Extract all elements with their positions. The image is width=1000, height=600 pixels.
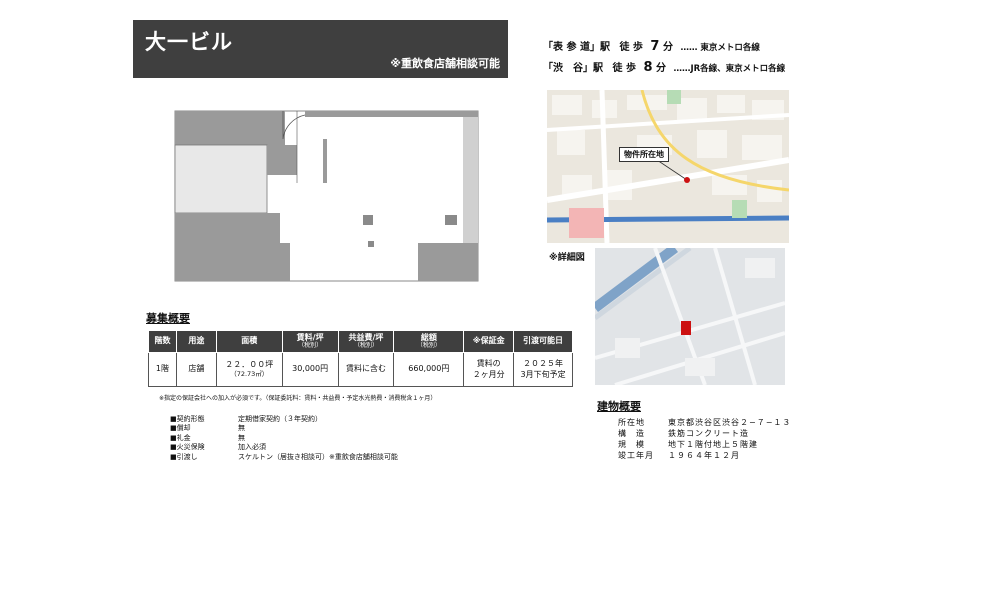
header-rent: 賃料/坪 （税別）: [281, 330, 339, 353]
table-row: 1階 店舗 ２２．００坪 （72.73㎡） 30,000円 賃料に含む 660,0…: [148, 352, 573, 387]
building-overview: 所在地 東京都渋谷区渋谷２−７−１３ 構 造鉄筋コンクリート造 規 模地下１階付地…: [618, 417, 791, 461]
header-floor: 階数: [148, 330, 177, 353]
map-marker-label: 物件所在地: [619, 147, 669, 162]
cell-floor: 1階: [148, 352, 177, 387]
header-common: 共益費/坪 （税別）: [337, 330, 395, 353]
walk-label: 徒 歩: [619, 42, 643, 53]
header-deposit: ※保証金: [463, 330, 515, 353]
list-item: ■償却無: [170, 424, 245, 433]
area-map: 物件所在地: [547, 90, 789, 243]
building-name: 大一ビル: [145, 30, 233, 54]
table-header-row: 階数 用途 面積 賃料/坪 （税別） 共益費/坪 （税別） 総額 （税別） ※保証金 …: [148, 330, 573, 353]
list-item: 構 造鉄筋コンクリート造: [618, 429, 749, 438]
station-name: 「表 参 道」駅: [543, 42, 610, 53]
contract-terms: ■契約形態 定期借家契約（３年契約） ■償却無 ■礼金無 ■火災保険 加入必須 ■引…: [170, 414, 398, 462]
header-use: 用途: [175, 330, 217, 353]
list-item: ■火災保険 加入必須: [170, 443, 266, 452]
line-names: …… 東京メトロ各線: [680, 43, 760, 53]
title-note: ※重飲食店舗相談可能: [390, 57, 500, 70]
detail-map: [595, 248, 785, 385]
walk-unit: 分: [655, 63, 666, 74]
walk-label: 徒 歩: [612, 63, 636, 74]
list-item: ■引渡し スケルトン（居抜き相談可）※重飲食店舗相談可能: [170, 452, 398, 461]
list-item: 竣工年月 １９６４年１２月: [618, 451, 740, 460]
list-item: 規 模地下１階付地上５階建: [618, 440, 758, 449]
cell-available: ２０２５年 3月下旬予定: [513, 352, 573, 387]
cell-area: ２２．００坪 （72.73㎡）: [215, 352, 283, 387]
deposit-footnote: ※指定の保証会社への加入が必須です。（保証委託料：賃料・共益費・予定水光熱費・消…: [159, 395, 437, 402]
walk-minutes: 8: [643, 60, 653, 75]
station-name: 「渋 谷」駅: [543, 63, 603, 74]
header-available: 引渡可能日: [513, 330, 573, 353]
list-item: ■礼金無: [170, 433, 245, 442]
access-shibuya: 「渋 谷」駅 徒 歩 8 分 ……JR各線、東京メトロ各線: [543, 59, 785, 75]
header-area: 面積: [215, 330, 283, 353]
title-banner: 大一ビル ※重飲食店舗相談可能: [133, 20, 508, 78]
line-names: ……JR各線、東京メトロ各線: [673, 64, 786, 74]
floor-plan: [174, 110, 479, 282]
cell-deposit: 賃料の ２ヶ月分: [463, 352, 515, 387]
walk-unit: 分: [662, 42, 673, 53]
cell-rent: 30,000円: [281, 352, 339, 387]
cell-total: 660,000円: [393, 352, 465, 387]
list-item: ■契約形態 定期借家契約（３年契約）: [170, 414, 322, 423]
walk-minutes: 7: [650, 39, 660, 54]
cell-use: 店舗: [175, 352, 217, 387]
access-omotesando: 「表 参 道」駅 徒 歩 7 分 …… 東京メトロ各線: [543, 38, 760, 54]
building-title: 建物概要: [597, 400, 641, 413]
list-item: 所在地 東京都渋谷区渋谷２−７−１３: [618, 418, 792, 427]
cell-common: 賃料に含む: [337, 352, 395, 387]
header-total: 総額 （税別）: [393, 330, 465, 353]
recruitment-title: 募集概要: [146, 312, 190, 325]
rent-table: 階数 用途 面積 賃料/坪 （税別） 共益費/坪 （税別） 総額 （税別） ※保証金 …: [148, 330, 573, 387]
detail-map-label: ※詳細図: [549, 253, 585, 263]
